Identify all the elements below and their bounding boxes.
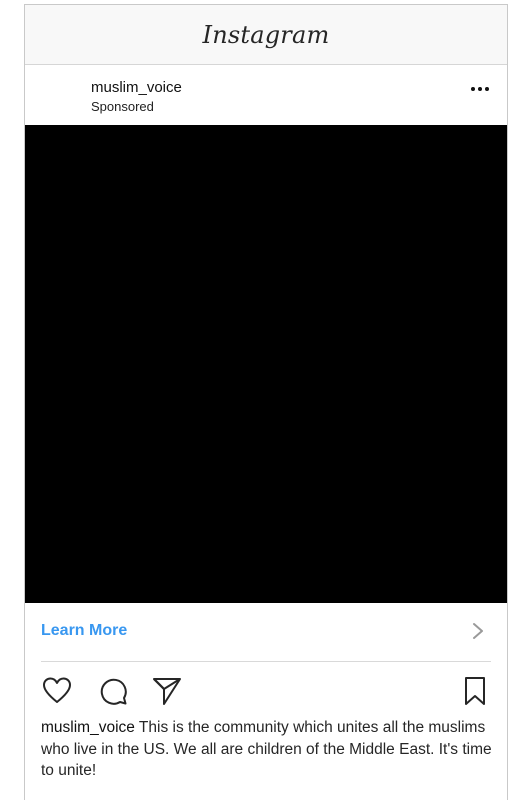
post-caption: muslim_voice This is the community which…: [41, 717, 497, 782]
more-dot: [478, 87, 482, 91]
learn-more-bar[interactable]: Learn More: [25, 603, 507, 661]
bookmark-icon[interactable]: [459, 675, 491, 707]
instagram-logo[interactable]: Instagram: [203, 21, 330, 49]
post-media[interactable]: [25, 125, 507, 603]
post-username[interactable]: muslim_voice: [91, 79, 182, 96]
comment-icon[interactable]: [97, 675, 129, 707]
sponsored-label: Sponsored: [91, 99, 154, 114]
app-header: Instagram: [25, 5, 507, 65]
post-frame: Instagram muslim_voice Sponsored Learn M…: [24, 4, 508, 800]
caption-username[interactable]: muslim_voice: [41, 719, 135, 736]
divider: [41, 661, 491, 662]
chevron-right-icon[interactable]: [471, 622, 485, 640]
more-dot: [471, 87, 475, 91]
action-bar: [25, 671, 507, 711]
post-header: muslim_voice Sponsored: [25, 65, 507, 125]
heart-icon[interactable]: [41, 675, 73, 707]
more-dot: [485, 87, 489, 91]
more-options-icon[interactable]: [471, 87, 489, 91]
share-icon[interactable]: [151, 675, 183, 707]
learn-more-link[interactable]: Learn More: [41, 622, 127, 640]
